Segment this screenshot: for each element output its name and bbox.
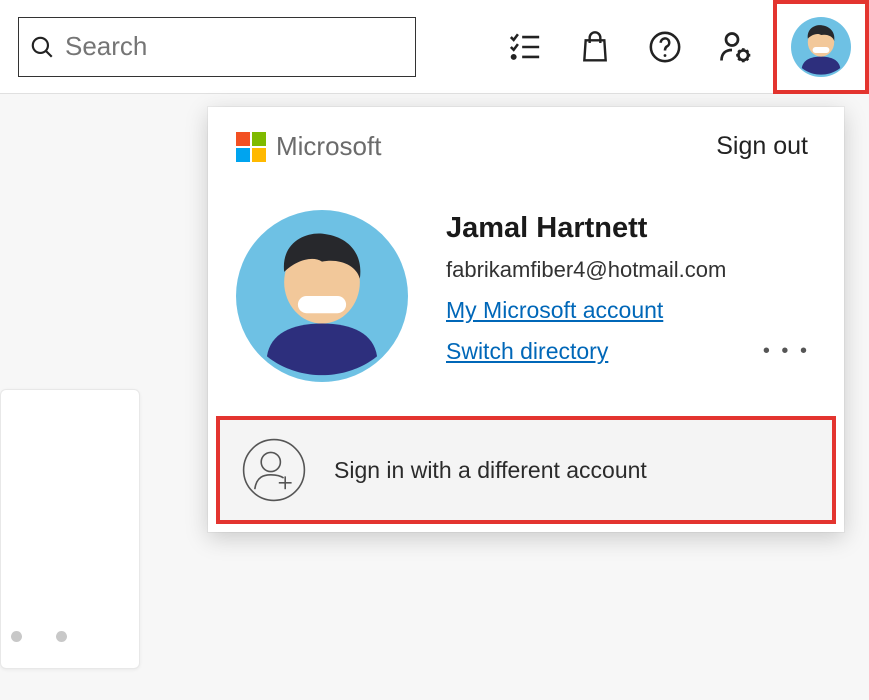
more-options-button[interactable]: • • • xyxy=(763,340,816,363)
work-items-button[interactable] xyxy=(503,25,547,69)
settings-button[interactable] xyxy=(713,25,757,69)
pagination-dots xyxy=(11,631,67,642)
toolbar xyxy=(0,0,869,94)
add-account-label: Sign in with a different account xyxy=(334,457,647,484)
help-icon xyxy=(648,30,682,64)
flyout-body: Jamal Hartnett fabrikamfiber4@hotmail.co… xyxy=(208,176,844,410)
user-email: fabrikamfiber4@hotmail.com xyxy=(446,257,816,283)
help-button[interactable] xyxy=(643,25,687,69)
shopping-bag-icon xyxy=(579,29,611,65)
dot[interactable] xyxy=(11,631,22,642)
signout-link[interactable]: Sign out xyxy=(716,132,808,161)
account-flyout: Microsoft Sign out Jamal Hartnett fabrik… xyxy=(208,107,844,532)
microsoft-brand: Microsoft xyxy=(236,131,381,162)
search-input[interactable] xyxy=(65,31,405,62)
checklist-icon xyxy=(507,30,543,64)
sign-in-different-account-button[interactable]: Sign in with a different account xyxy=(216,416,836,524)
search-icon xyxy=(29,34,55,60)
switch-directory-link[interactable]: Switch directory xyxy=(446,338,608,365)
search-box[interactable] xyxy=(18,17,416,77)
profile-avatar-button[interactable] xyxy=(773,0,869,94)
microsoft-logo-icon xyxy=(236,132,266,162)
person-plus-icon xyxy=(242,438,306,502)
avatar-icon xyxy=(791,17,851,77)
marketplace-button[interactable] xyxy=(573,25,617,69)
dot[interactable] xyxy=(56,631,67,642)
my-account-link[interactable]: My Microsoft account xyxy=(446,297,663,324)
brand-label: Microsoft xyxy=(276,131,381,162)
avatar-large-icon xyxy=(236,210,408,382)
card-fragment xyxy=(0,389,140,669)
flyout-header: Microsoft Sign out xyxy=(208,107,844,176)
user-info: Jamal Hartnett fabrikamfiber4@hotmail.co… xyxy=(446,210,816,382)
person-gear-icon xyxy=(717,29,753,65)
user-name: Jamal Hartnett xyxy=(446,212,816,245)
content-area: Microsoft Sign out Jamal Hartnett fabrik… xyxy=(0,94,869,700)
